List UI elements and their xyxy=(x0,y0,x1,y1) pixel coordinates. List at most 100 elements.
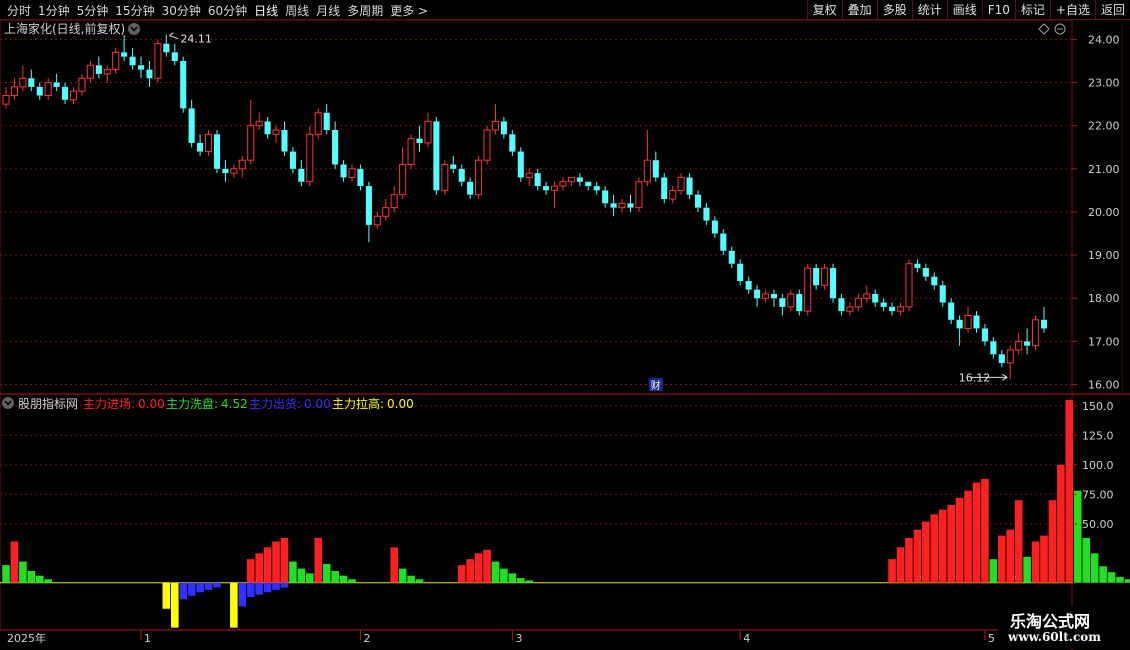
action-button-5[interactable]: F10 xyxy=(981,0,1015,20)
diamond-icon[interactable] xyxy=(1038,23,1050,35)
indicator-bar xyxy=(339,575,348,583)
candle xyxy=(112,48,120,74)
period-tab-7[interactable]: 周线 xyxy=(285,2,309,19)
candle xyxy=(86,60,94,83)
collapse-icon[interactable] xyxy=(1054,23,1066,35)
candle xyxy=(880,298,887,312)
candle xyxy=(889,302,896,316)
candle xyxy=(357,164,364,191)
indicator-dropdown-icon[interactable] xyxy=(2,397,14,409)
watermark: 乐淘公式网 www.60lt.com xyxy=(998,606,1126,648)
candle xyxy=(677,173,685,195)
candle xyxy=(44,78,52,100)
action-button-3[interactable]: 统计 xyxy=(911,0,947,20)
indicator-bar xyxy=(508,573,517,583)
candle xyxy=(62,82,69,105)
indicator-bar xyxy=(1073,490,1082,583)
candle xyxy=(399,147,407,200)
indicator-bar xyxy=(187,582,196,596)
candle xyxy=(238,155,246,178)
candle xyxy=(103,65,111,83)
candle xyxy=(36,82,43,100)
candle xyxy=(703,203,710,225)
action-button-7[interactable]: +自选 xyxy=(1049,0,1095,20)
period-tab-5[interactable]: 60分钟 xyxy=(208,2,247,19)
period-tab-6[interactable]: 日线 xyxy=(254,2,278,19)
action-button-1[interactable]: 叠加 xyxy=(841,0,877,20)
candle xyxy=(171,43,178,66)
candle xyxy=(509,130,516,156)
candle xyxy=(373,211,381,230)
indicator-bar xyxy=(348,579,356,583)
indicator-bar xyxy=(272,541,280,583)
indicator-bar xyxy=(263,547,272,583)
indicator-bar xyxy=(314,537,323,583)
indicator-bar xyxy=(19,561,27,583)
time-label: 1 xyxy=(144,632,151,645)
financial-report-badge[interactable]: 财 xyxy=(648,378,663,392)
candle xyxy=(204,130,213,156)
indicator-bar xyxy=(1057,464,1065,583)
action-button-8[interactable]: 返回 xyxy=(1094,0,1130,20)
candle xyxy=(576,173,583,187)
candle xyxy=(78,73,86,96)
candle xyxy=(1006,345,1014,380)
candle xyxy=(441,160,449,195)
period-tab-10[interactable]: 更多 > xyxy=(390,2,428,19)
candle xyxy=(450,155,457,174)
indicator-bar xyxy=(922,521,930,583)
indicator-bar xyxy=(474,553,483,583)
candle xyxy=(627,194,634,212)
period-tab-8[interactable]: 月线 xyxy=(316,2,340,19)
candle xyxy=(939,280,946,307)
candle xyxy=(188,99,195,148)
indicator-bar xyxy=(989,559,998,583)
candle xyxy=(973,311,980,333)
indicator-legend-label: 主力洗盘: xyxy=(166,396,218,411)
candle xyxy=(416,125,423,152)
main-title-dropdown-icon[interactable] xyxy=(128,23,140,35)
candle xyxy=(804,263,812,316)
candle xyxy=(914,259,921,273)
action-button-2[interactable]: 多股 xyxy=(876,0,912,20)
period-tab-1[interactable]: 1分钟 xyxy=(38,2,70,19)
candle xyxy=(550,181,559,208)
candle xyxy=(314,108,322,139)
watermark-url: www.60lt.com xyxy=(1008,630,1101,644)
indicator-bar xyxy=(213,582,221,588)
indicator-bar xyxy=(297,568,306,583)
indicator-bar xyxy=(998,535,1006,583)
candle xyxy=(69,86,78,105)
candle xyxy=(779,293,786,316)
indicator-bar xyxy=(1031,541,1040,583)
indicator-bar xyxy=(964,490,972,583)
indicator-legend-value: 0.00 xyxy=(138,397,165,411)
indicator-bar xyxy=(27,571,36,583)
main-y-axis: 24.00 23.00 22.00 21.00 20.00 19.00 18.00 17.00… xyxy=(1072,20,1123,394)
period-tab-3[interactable]: 15分钟 xyxy=(115,2,154,19)
candle xyxy=(298,160,305,187)
period-tab-4[interactable]: 30分钟 xyxy=(162,2,201,19)
indicator-bar xyxy=(1082,537,1090,583)
indicator-bar xyxy=(255,582,263,595)
indicator-bar xyxy=(170,582,179,628)
candle xyxy=(306,125,314,187)
candle xyxy=(567,176,575,187)
action-button-6[interactable]: 标记 xyxy=(1014,0,1050,20)
candle xyxy=(458,164,465,187)
period-tab-0[interactable]: 分时 xyxy=(7,2,31,19)
period-tab-2[interactable]: 5分钟 xyxy=(77,2,109,19)
main-y-tick-label: 22.00 xyxy=(1088,120,1120,133)
candle xyxy=(585,181,592,191)
period-tab-9[interactable]: 多周期 xyxy=(347,2,383,19)
candle xyxy=(2,86,10,109)
indicator-bar xyxy=(238,582,247,607)
action-button-4[interactable]: 画线 xyxy=(946,0,982,20)
action-button-0[interactable]: 复权 xyxy=(806,0,842,20)
candle xyxy=(19,65,27,92)
chart-area[interactable]: 24.0023.0022.0021.0020.0019.0018.0017.00… xyxy=(0,20,1130,650)
candle xyxy=(332,121,339,169)
indicator-bar xyxy=(955,497,964,583)
indicator-bar xyxy=(466,559,474,583)
candle xyxy=(694,190,702,212)
